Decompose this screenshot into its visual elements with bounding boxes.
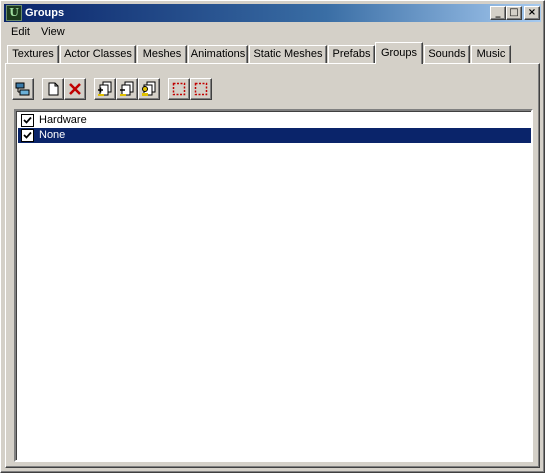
tab-prefabs[interactable]: Prefabs (328, 45, 375, 63)
group-name: None (39, 129, 66, 141)
select-actors-button[interactable] (138, 78, 160, 100)
tab-textures[interactable]: Textures (7, 45, 59, 63)
groups-toolbar (12, 78, 312, 102)
menu-edit[interactable]: Edit (11, 25, 30, 39)
groups-list[interactable]: Hardware None (14, 109, 533, 462)
window-title: Groups (25, 7, 65, 19)
tab-actor-classes[interactable]: Actor Classes (60, 45, 136, 63)
title-bar[interactable]: U Groups _ □ × (4, 4, 541, 22)
group-visible-checkbox[interactable] (21, 114, 34, 127)
select-all-button[interactable] (168, 78, 190, 100)
delete-group-button[interactable] (64, 78, 86, 100)
group-visible-checkbox[interactable] (21, 129, 34, 142)
deselect-all-button[interactable] (190, 78, 212, 100)
menu-bar: Edit View (4, 23, 541, 41)
tab-sounds[interactable]: Sounds (424, 45, 470, 63)
tab-groups[interactable]: Groups (375, 42, 423, 64)
unreal-logo-icon: U (6, 5, 22, 21)
tab-static-meshes[interactable]: Static Meshes (249, 45, 327, 63)
group-properties-button[interactable] (12, 78, 34, 100)
minimize-button[interactable]: _ (490, 6, 506, 20)
checkmark-icon (23, 131, 32, 139)
list-item[interactable]: None (18, 128, 531, 143)
tab-meshes[interactable]: Meshes (137, 45, 187, 63)
menu-view[interactable]: View (41, 25, 65, 39)
tab-animations[interactable]: Animations (188, 45, 248, 63)
groups-panel: Hardware None (5, 63, 540, 468)
close-button[interactable]: × (524, 6, 540, 20)
add-actors-button[interactable] (94, 78, 116, 100)
remove-actors-button[interactable] (116, 78, 138, 100)
group-name: Hardware (39, 114, 87, 126)
new-group-button[interactable] (42, 78, 64, 100)
maximize-button[interactable]: □ (506, 6, 522, 20)
tab-strip: Textures Actor Classes Meshes Animations… (5, 42, 541, 64)
list-item[interactable]: Hardware (18, 113, 531, 128)
tab-music[interactable]: Music (471, 45, 511, 63)
checkmark-icon (23, 116, 32, 124)
groups-window: U Groups _ □ × Edit View Textures Actor … (0, 0, 545, 473)
